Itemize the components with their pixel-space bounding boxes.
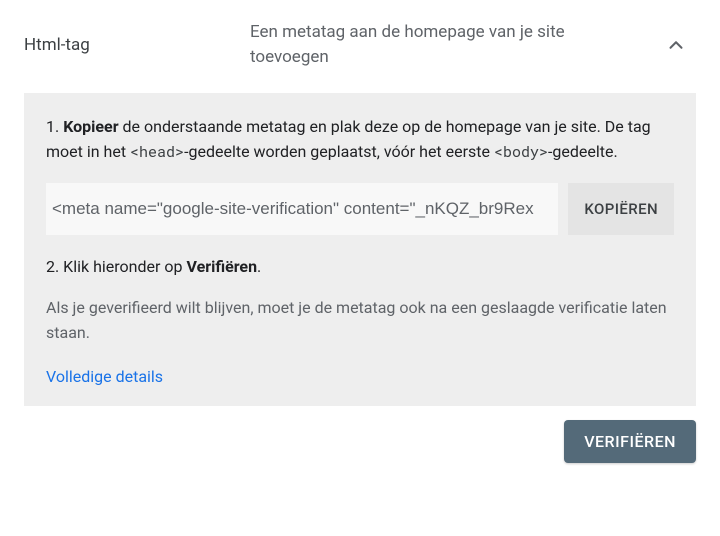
- step1-mid: -gedeelte worden geplaatst, vóór het eer…: [184, 142, 494, 161]
- code-body: <body>: [494, 142, 548, 162]
- step2-suffix: .: [257, 257, 261, 276]
- code-head: <head>: [130, 142, 184, 162]
- panel-header[interactable]: Html-tag Een metatag aan de homepage van…: [0, 0, 720, 93]
- step1-bold: Kopieer: [63, 117, 118, 136]
- step2-bold: Verifiëren: [186, 257, 257, 276]
- persistence-note: Als je geverifieerd wilt blijven, moet j…: [46, 296, 674, 346]
- step2-prefix: 2. Klik hieronder op: [46, 257, 186, 276]
- meta-tag-field[interactable]: <meta name="google-site-verification" co…: [46, 183, 558, 235]
- verify-button[interactable]: VERIFIËREN: [564, 420, 696, 463]
- step1-end: -gedeelte.: [548, 142, 618, 161]
- step2-text: 2. Klik hieronder op Verifiëren.: [46, 257, 674, 276]
- footer-actions: VERIFIËREN: [0, 406, 720, 463]
- step1-prefix: 1.: [46, 117, 63, 136]
- panel-title: Html-tag: [24, 35, 234, 55]
- step1-text: 1. Kopieer de onderstaande metatag en pl…: [46, 115, 674, 165]
- meta-tag-row: <meta name="google-site-verification" co…: [46, 183, 674, 235]
- chevron-up-icon: [665, 34, 687, 56]
- panel-subtitle: Een metatag aan de homepage van je site …: [250, 20, 640, 69]
- panel-body: 1. Kopieer de onderstaande metatag en pl…: [24, 93, 696, 406]
- full-details-link[interactable]: Volledige details: [46, 367, 163, 386]
- collapse-toggle[interactable]: [656, 34, 696, 56]
- copy-button[interactable]: KOPIËREN: [568, 183, 674, 235]
